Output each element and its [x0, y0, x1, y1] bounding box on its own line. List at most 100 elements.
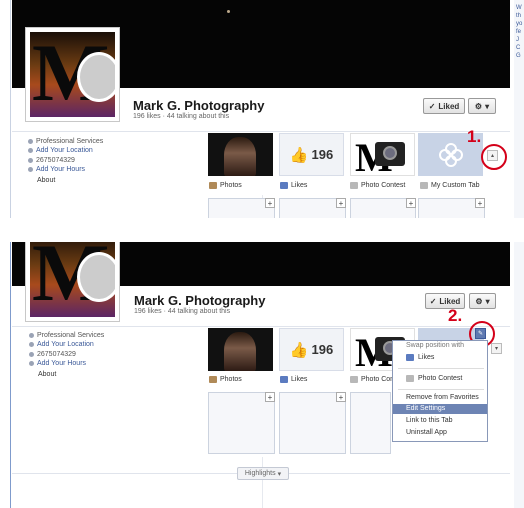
app-label-photos[interactable]: Photos — [209, 376, 242, 383]
add-app-button[interactable]: + — [475, 198, 485, 208]
app-label-text: Likes — [291, 376, 308, 383]
app-label-likes[interactable]: Likes — [280, 182, 307, 189]
profile-picture[interactable]: M — [25, 27, 120, 122]
menu-item-link-tab[interactable]: Link to this Tab — [393, 416, 487, 426]
location-pin-icon — [28, 148, 33, 154]
location-pin-icon — [29, 342, 34, 348]
page-stats: 196 likes · 44 talking about this — [134, 308, 231, 315]
add-location-link[interactable]: Add Your Location — [37, 341, 94, 348]
edge-text: G — [516, 53, 521, 59]
annotation-step-1: 1. — [467, 127, 482, 146]
menu-item-remove-favorites[interactable]: Remove from Favorites — [393, 393, 487, 403]
chevron-down-icon: ▾ — [277, 470, 282, 478]
photo-thumbnail — [224, 137, 256, 176]
app-tile-photo-contest[interactable]: M — [350, 133, 415, 176]
app-label-text: Photo Contest — [361, 182, 406, 189]
edge-text: C — [516, 45, 521, 51]
about-link[interactable]: About — [29, 371, 104, 378]
phone-icon — [28, 157, 33, 163]
thumbs-up-icon: 👍 — [289, 341, 309, 359]
likes-count: 196 — [311, 147, 334, 162]
chevron-down-icon[interactable]: ▾ — [491, 343, 502, 354]
profile-logo: M — [30, 32, 115, 117]
screenshot-panel-step-1: M Mark G. Photography 196 likes · 44 tal… — [0, 0, 524, 218]
likes-icon — [280, 376, 288, 383]
earring — [227, 10, 230, 13]
edge-text: J — [516, 37, 519, 43]
app-label-text: Photos — [220, 376, 242, 383]
phone-number: 2675074329 — [37, 350, 76, 358]
menu-item-uninstall[interactable]: Uninstall App — [393, 428, 487, 438]
swap-with-photo-contest[interactable]: Photo Contest — [406, 375, 462, 382]
app-label-likes[interactable]: Likes — [280, 376, 307, 383]
add-app-button[interactable]: + — [265, 392, 275, 402]
app-label-text: My Custom Tab — [431, 182, 480, 189]
chevron-down-icon: ▾ — [485, 101, 490, 111]
page-stats: 196 likes · 44 talking about this — [133, 113, 230, 120]
clock-icon — [29, 361, 34, 367]
briefcase-icon — [29, 333, 34, 339]
swap-with-likes[interactable]: Likes — [406, 354, 434, 361]
contest-icon — [350, 182, 358, 189]
add-app-button[interactable]: + — [406, 198, 416, 208]
add-app-button[interactable]: + — [336, 392, 346, 402]
add-hours-link[interactable]: Add Your Hours — [37, 360, 86, 367]
app-label-photo-contest[interactable]: Photo Contest — [350, 182, 405, 189]
photos-icon — [209, 182, 217, 189]
right-edge-snippet: W th yo fe J C G — [516, 4, 522, 60]
settings-button[interactable]: ⚙ ▾ — [469, 293, 496, 309]
likes-icon — [406, 354, 414, 361]
thumbs-up-icon: 👍 — [289, 146, 309, 164]
app-label-text: Likes — [291, 182, 308, 189]
check-icon: ✓ — [428, 101, 436, 111]
profile-logo: M — [30, 242, 115, 317]
page-info: Professional Services Add Your Location … — [29, 331, 104, 378]
settings-button[interactable]: ⚙ ▾ — [468, 98, 496, 114]
add-hours-link[interactable]: Add Your Hours — [36, 166, 85, 173]
phone-number: 2675074329 — [36, 156, 75, 164]
check-icon: ✓ — [429, 296, 437, 306]
page-title[interactable]: Mark G. Photography — [134, 293, 265, 308]
menu-item-edit-settings[interactable]: Edit Settings — [393, 404, 487, 414]
header-divider — [12, 326, 510, 327]
logo-portrait — [77, 52, 115, 102]
timeline-spine — [262, 457, 263, 508]
app-label-photos[interactable]: Photos — [209, 182, 242, 189]
chevron-down-icon: ▾ — [485, 296, 490, 306]
add-app-button[interactable]: + — [265, 198, 275, 208]
likes-icon — [280, 182, 288, 189]
edge-text: th — [516, 13, 522, 19]
app-tile-photos[interactable] — [208, 328, 273, 371]
custom-tab-icon — [420, 182, 428, 189]
app-tile-likes[interactable]: 👍 196 — [279, 328, 344, 371]
liked-label: Liked — [439, 296, 461, 306]
menu-divider — [398, 368, 484, 369]
header-divider — [12, 131, 510, 132]
edge-text: yo — [516, 21, 523, 27]
gear-icon: ⚙ — [474, 101, 483, 111]
liked-button[interactable]: ✓ Liked — [423, 98, 465, 114]
category-text: Professional Services — [36, 138, 104, 146]
app-label-custom-tab[interactable]: My Custom Tab — [420, 182, 480, 189]
highlights-dropdown[interactable]: Highlights ▾ — [237, 467, 289, 480]
page-info: Professional Services Add Your Location … — [28, 137, 103, 184]
briefcase-icon — [28, 139, 33, 145]
about-link[interactable]: About — [28, 177, 103, 184]
phone-icon — [29, 351, 34, 357]
edge-text: W — [516, 5, 522, 11]
menu-header: Swap position with — [406, 342, 464, 349]
sidebar-edge — [514, 242, 524, 508]
app-tile-likes[interactable]: 👍 196 — [279, 133, 344, 176]
contest-icon — [406, 375, 414, 382]
page-title[interactable]: Mark G. Photography — [133, 98, 264, 113]
panel-separator — [0, 218, 524, 242]
add-location-link[interactable]: Add Your Location — [36, 147, 93, 154]
profile-picture[interactable]: M — [25, 242, 120, 322]
add-app-button[interactable]: + — [336, 198, 346, 208]
photos-icon — [209, 376, 217, 383]
swap-item-label: Photo Contest — [418, 375, 463, 382]
app-label-text: Photos — [220, 182, 242, 189]
camera-lens — [383, 146, 397, 160]
app-tile-photos[interactable] — [208, 133, 273, 176]
clock-icon — [28, 167, 33, 173]
